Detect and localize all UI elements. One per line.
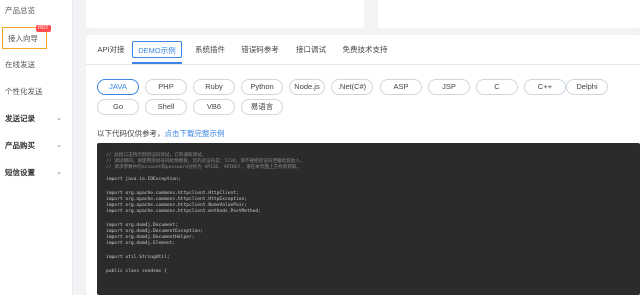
lang-nodejs[interactable]: Node.js [289,79,325,95]
code-block: // 此接口支持示例验证码测试，订单通知测试。 // 调试期间，请使用测试号码给… [97,143,640,295]
lang-ruby[interactable]: Ruby [193,79,235,95]
tab-support[interactable]: 免费技术支持 [340,41,390,58]
download-sample-link[interactable]: 点击下载完整示例 [165,129,225,138]
demo-panel: API对接 DEMO示例 系统插件 错误码参考 接口调试 免费技术支持 JAVA… [86,35,640,295]
tab-demo[interactable]: DEMO示例 [132,41,182,58]
sidebar-item-purchase[interactable]: 产品购买 ⌄ [0,135,72,157]
sidebar-item-label: 短信设置 [5,168,35,177]
sidebar-item-send-records[interactable]: 发送记录 ⌄ [0,108,72,130]
sidebar-item-label: 发送记录 [5,114,35,123]
sidebar: 产品总览 接入向导 HOT 在线发送 个性化发送 发送记录 ⌄ 产品购买 ⌄ 短… [0,0,73,295]
lang-shell[interactable]: Shell [145,99,187,115]
sidebar-item-online-send[interactable]: 在线发送 [0,54,72,76]
lang-c[interactable]: C [476,79,518,95]
lang-dotnet[interactable]: .Net(C#) [331,79,373,95]
code-line: public class sendsms { [106,269,167,274]
top-card-left [86,0,364,28]
sidebar-item-label: 个性化发送 [5,87,43,96]
sidebar-item-label: 产品总览 [5,6,35,15]
sidebar-item-label: 产品购买 [5,141,35,150]
lang-java[interactable]: JAVA [97,79,139,95]
tab-plugins[interactable]: 系统插件 [192,41,228,58]
sidebar-item-custom-send[interactable]: 个性化发送 [0,81,72,103]
lang-go[interactable]: Go [97,99,139,115]
tab-error-codes[interactable]: 错误码参考 [238,41,282,58]
lang-jsp[interactable]: JSP [428,79,470,95]
chevron-down-icon: ⌄ [56,169,62,176]
code-line: import org.dom4j.Element; [106,241,176,246]
tab-debug[interactable]: 接口调试 [292,41,330,58]
lang-delphi[interactable]: Delphi [566,79,608,95]
sidebar-item-label: 在线发送 [5,60,35,69]
lang-python[interactable]: Python [241,79,283,95]
sidebar-item-overview[interactable]: 产品总览 [0,0,72,22]
sidebar-item-guide[interactable]: 接入向导 HOT [2,25,51,49]
code-line: import org.apache.commons.httpclient.met… [106,209,261,214]
tab-bar: API对接 DEMO示例 系统插件 错误码参考 接口调试 免费技术支持 [86,35,640,63]
tab-divider [86,64,640,65]
hot-badge: HOT [36,25,51,32]
code-line: // 请求参数中的account和password分别为 APIID, APIK… [106,165,302,170]
code-line: import java.io.IOException; [106,177,181,182]
lang-cpp[interactable]: C++ [524,79,566,95]
lang-asp[interactable]: ASP [380,79,422,95]
code-line: import util.StringUtil; [106,255,170,260]
lang-php[interactable]: PHP [145,79,187,95]
lang-yi[interactable]: 易语言 [241,99,283,115]
chevron-down-icon: ⌄ [56,142,62,149]
tab-api[interactable]: API对接 [96,41,126,58]
chevron-down-icon: ⌄ [56,115,62,122]
sidebar-item-sms-settings[interactable]: 短信设置 ⌄ [0,162,72,184]
sidebar-item-label: 接入向导 [8,34,38,43]
reference-note: 以下代码仅供参考，点击下载完整示例 [97,128,225,139]
top-card-right [378,0,640,28]
lang-vb6[interactable]: VB6 [193,99,235,115]
reference-text: 以下代码仅供参考， [97,129,165,138]
